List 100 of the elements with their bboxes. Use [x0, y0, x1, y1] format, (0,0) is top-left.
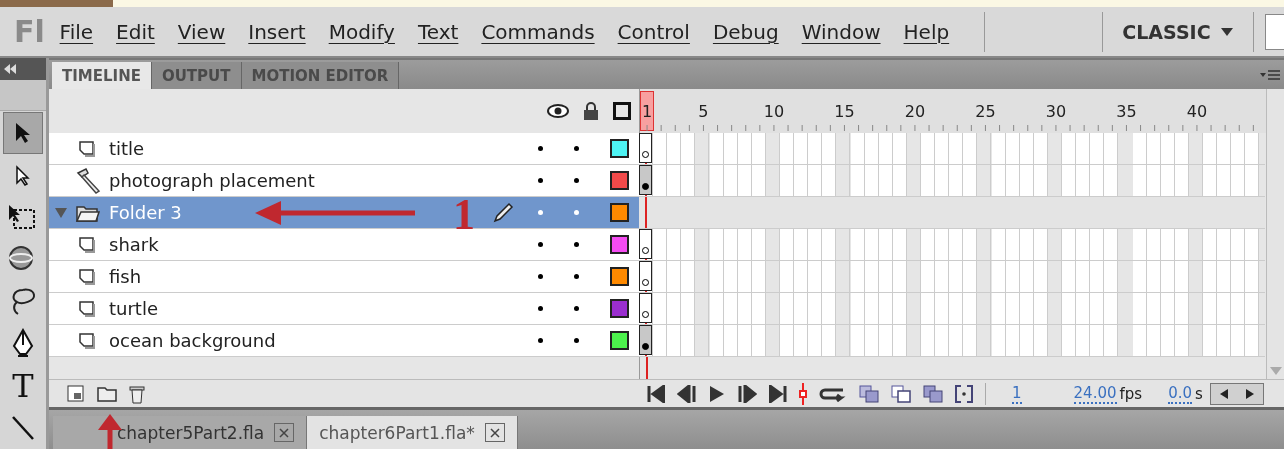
layer-icon: [78, 298, 98, 319]
keyframe-marker[interactable]: [639, 165, 652, 195]
search-field[interactable]: [1265, 13, 1284, 50]
menu-item[interactable]: Window: [801, 19, 881, 44]
last-frame-icon[interactable]: [769, 384, 787, 403]
lock-dot[interactable]: [574, 210, 579, 215]
selection-arrow-icon[interactable]: [14, 122, 32, 144]
workspace-switcher[interactable]: CLASSIC: [1114, 20, 1241, 43]
menu-item[interactable]: View: [177, 19, 226, 44]
frame-number: 1: [641, 102, 653, 121]
app-logo: Fl: [14, 14, 46, 50]
document-tab[interactable]: chapter6Part1.fla*: [307, 416, 518, 449]
edit-multiple-frames-icon[interactable]: [923, 384, 943, 403]
layer-color-swatch[interactable]: [610, 171, 629, 190]
frame-number: 35: [1116, 102, 1137, 121]
frame-rate[interactable]: 24.00: [1073, 383, 1117, 404]
onion-markers-icon[interactable]: [955, 384, 973, 403]
visibility-dot[interactable]: [538, 178, 543, 183]
elapsed-time[interactable]: 0.0: [1168, 383, 1192, 404]
new-layer-icon[interactable]: [67, 384, 85, 403]
layer-row[interactable]: shark: [49, 229, 639, 261]
layer-name: fish: [109, 266, 142, 287]
menu-item[interactable]: Insert: [248, 19, 306, 44]
layer-name: ocean background: [109, 330, 276, 351]
keyframe-marker[interactable]: [639, 229, 652, 259]
trash-icon[interactable]: [129, 383, 145, 404]
keyframe-marker[interactable]: [639, 261, 652, 291]
menu-item[interactable]: Edit: [116, 19, 155, 44]
frame-number: 10: [763, 102, 785, 121]
text-tool-icon[interactable]: T: [12, 367, 34, 405]
onion-skin-icon[interactable]: [859, 384, 879, 403]
layer-color-swatch[interactable]: [610, 139, 629, 158]
step-forward-icon[interactable]: [737, 384, 757, 403]
scroll-buttons[interactable]: [1210, 382, 1264, 405]
first-frame-icon[interactable]: [647, 384, 665, 403]
step-back-icon[interactable]: [677, 384, 697, 403]
panel-menu-icon[interactable]: [1260, 68, 1280, 81]
keyframe-marker[interactable]: [639, 325, 652, 355]
layer-color-swatch[interactable]: [610, 235, 629, 254]
playhead[interactable]: [640, 91, 654, 131]
visibility-dot[interactable]: [538, 242, 543, 247]
layer-row[interactable]: photograph placement: [49, 165, 639, 197]
frame-number: 15: [834, 102, 855, 121]
hammer-icon: [74, 166, 102, 195]
frame-number: 40: [1186, 102, 1208, 121]
frame-rate-unit: fps: [1119, 384, 1143, 403]
close-icon[interactable]: [279, 427, 290, 438]
menu-item[interactable]: File: [59, 19, 94, 44]
layer-row[interactable]: turtle: [49, 293, 639, 325]
lock-dot[interactable]: [574, 242, 579, 247]
menu-item[interactable]: Text: [417, 19, 459, 44]
menu-item[interactable]: Modify: [328, 19, 395, 44]
visibility-dot[interactable]: [538, 274, 543, 279]
pen-nib-icon[interactable]: [10, 328, 36, 360]
visibility-dot[interactable]: [538, 146, 543, 151]
layer-icon: [78, 234, 98, 255]
layer-icon: [78, 138, 98, 159]
layer-row[interactable]: fish: [49, 261, 639, 293]
lock-dot[interactable]: [574, 338, 579, 343]
vertical-scrollbar[interactable]: [1266, 89, 1284, 379]
free-transform-icon[interactable]: [8, 204, 38, 232]
current-frame[interactable]: 1: [1012, 383, 1022, 404]
lock-dot[interactable]: [574, 178, 579, 183]
menu-item[interactable]: Help: [903, 19, 950, 44]
outline-icon[interactable]: [613, 102, 631, 120]
lock-dot[interactable]: [574, 146, 579, 151]
keyframe-marker[interactable]: [639, 293, 652, 323]
layer-row[interactable]: title: [49, 133, 639, 165]
layer-color-swatch[interactable]: [610, 267, 629, 286]
layer-color-swatch[interactable]: [610, 203, 629, 222]
lock-dot[interactable]: [574, 306, 579, 311]
expanded-triangle-icon[interactable]: [55, 207, 67, 218]
panel-gripper[interactable]: [0, 80, 46, 111]
keyframe-marker[interactable]: [639, 133, 652, 163]
lock-dot[interactable]: [574, 274, 579, 279]
visibility-dot[interactable]: [538, 306, 543, 311]
subselection-arrow-icon[interactable]: [14, 165, 32, 187]
line-icon[interactable]: [11, 415, 35, 441]
frame-number: 5: [698, 102, 709, 121]
menu-item[interactable]: Commands: [481, 19, 595, 44]
play-icon[interactable]: [709, 384, 725, 403]
center-frame-icon[interactable]: [799, 382, 807, 405]
layer-row[interactable]: ocean background: [49, 325, 639, 357]
menu-item[interactable]: Control: [617, 19, 690, 44]
visibility-dot[interactable]: [538, 210, 543, 215]
visibility-dot[interactable]: [538, 338, 543, 343]
lock-icon[interactable]: [583, 102, 599, 120]
close-icon[interactable]: [489, 427, 500, 438]
collapse-icon[interactable]: [3, 64, 17, 74]
onion-outline-icon[interactable]: [891, 384, 911, 403]
new-folder-icon[interactable]: [97, 385, 117, 402]
layer-name: turtle: [109, 298, 158, 319]
panel-tab[interactable]: TIMELINE: [52, 62, 152, 89]
frame-ruler[interactable]: 1 5 10 15 20 25 30 35 40: [639, 89, 1266, 133]
layer-color-swatch[interactable]: [610, 299, 629, 318]
document-tab[interactable]: chapter5Part2.fla: [53, 416, 308, 449]
menu-item[interactable]: Debug: [712, 19, 779, 44]
layer-name: Folder 3: [109, 202, 182, 223]
eye-icon[interactable]: [547, 104, 569, 118]
layer-color-swatch[interactable]: [610, 331, 629, 350]
